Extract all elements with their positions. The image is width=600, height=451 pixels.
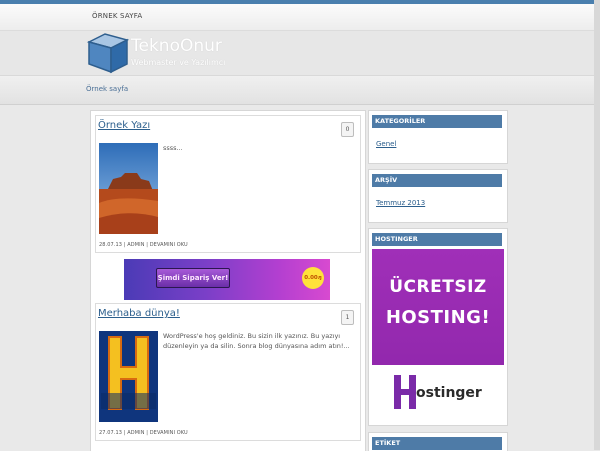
widget-title-categories: KATEGORİLER: [372, 115, 502, 128]
site-title[interactable]: TeknoOnur: [131, 36, 222, 56]
sub-navigation: Örnek sayfa: [0, 75, 600, 105]
post-thumbnail-image[interactable]: [99, 331, 158, 422]
order-now-button[interactable]: Şimdi Sipariş Ver!: [156, 268, 230, 288]
post-excerpt: WordPress'e hoş geldiniz. Bu sizin ilk y…: [163, 332, 350, 350]
archive-widget: ARŞİV Temmuz 2013: [368, 169, 508, 223]
post-card: Merhaba dünya! 1 WordPress'e hoş geldini…: [95, 303, 361, 441]
hosting-ad-line1: ÜCRETSIZ: [389, 277, 487, 297]
read-more-link[interactable]: DEVAMINI OKU: [150, 242, 188, 248]
category-link-genel[interactable]: Genel: [376, 140, 396, 148]
subnav-item-ornek-sayfa[interactable]: Örnek sayfa: [86, 85, 128, 93]
top-navigation: ÖRNEK SAYFA: [0, 4, 600, 31]
post-date: 27.07.13: [99, 430, 123, 436]
comment-count-badge[interactable]: 0: [341, 122, 354, 137]
price-badge: 0.00ԓ: [302, 267, 324, 289]
post-title-link[interactable]: Merhaba dünya!: [98, 308, 180, 319]
comment-count-badge[interactable]: 1: [341, 310, 354, 325]
post-thumbnail-image[interactable]: [99, 143, 158, 234]
hostinger-logo: ostinger: [372, 365, 504, 419]
post-author-link[interactable]: ADMIN: [127, 242, 144, 248]
hosting-widget: HOSTINGER ÜCRETSIZ HOSTING! ostinger: [368, 228, 508, 426]
archive-link-temmuz-2013[interactable]: Temmuz 2013: [376, 199, 425, 207]
tags-widget: ETİKET: [368, 432, 508, 451]
post-author-link[interactable]: ADMIN: [127, 430, 144, 436]
widget-title-hosting: HOSTINGER: [372, 233, 502, 246]
hostinger-brand-text: ostinger: [416, 385, 482, 401]
hosting-ad-headline: ÜCRETSIZ HOSTING!: [372, 249, 504, 365]
post-card: Örnek Yazı 0 ssss... 28.07.13 | ADMIN | …: [95, 115, 361, 253]
widget-title-archive: ARŞİV: [372, 174, 502, 187]
topnav-item-ornek-sayfa[interactable]: ÖRNEK SAYFA: [92, 12, 142, 20]
cube-logo-icon[interactable]: [87, 32, 129, 74]
post-meta: 28.07.13 | ADMIN | DEVAMINI OKU: [99, 242, 188, 248]
site-tagline: Webmaster ve Yazılımcı: [131, 58, 226, 67]
vertical-scrollbar[interactable]: [594, 0, 600, 450]
post-date: 28.07.13: [99, 242, 123, 248]
widget-title-tags: ETİKET: [372, 437, 502, 450]
categories-widget: KATEGORİLER Genel: [368, 110, 508, 164]
hostinger-h-logo-icon: [394, 375, 416, 409]
main-content: Örnek Yazı 0 ssss... 28.07.13 | ADMIN | …: [90, 110, 366, 451]
read-more-link[interactable]: DEVAMINI OKU: [150, 430, 188, 436]
post-meta: 27.07.13 | ADMIN | DEVAMINI OKU: [99, 430, 188, 436]
post-title-link[interactable]: Örnek Yazı: [98, 120, 150, 131]
hosting-ad-line2: HOSTING!: [385, 307, 491, 328]
hostinger-ad-banner[interactable]: ÜCRETSIZ HOSTING! ostinger: [372, 249, 504, 419]
order-now-banner-ad[interactable]: Şimdi Sipariş Ver! 0.00ԓ: [124, 259, 330, 300]
post-excerpt: ssss...: [163, 144, 183, 152]
